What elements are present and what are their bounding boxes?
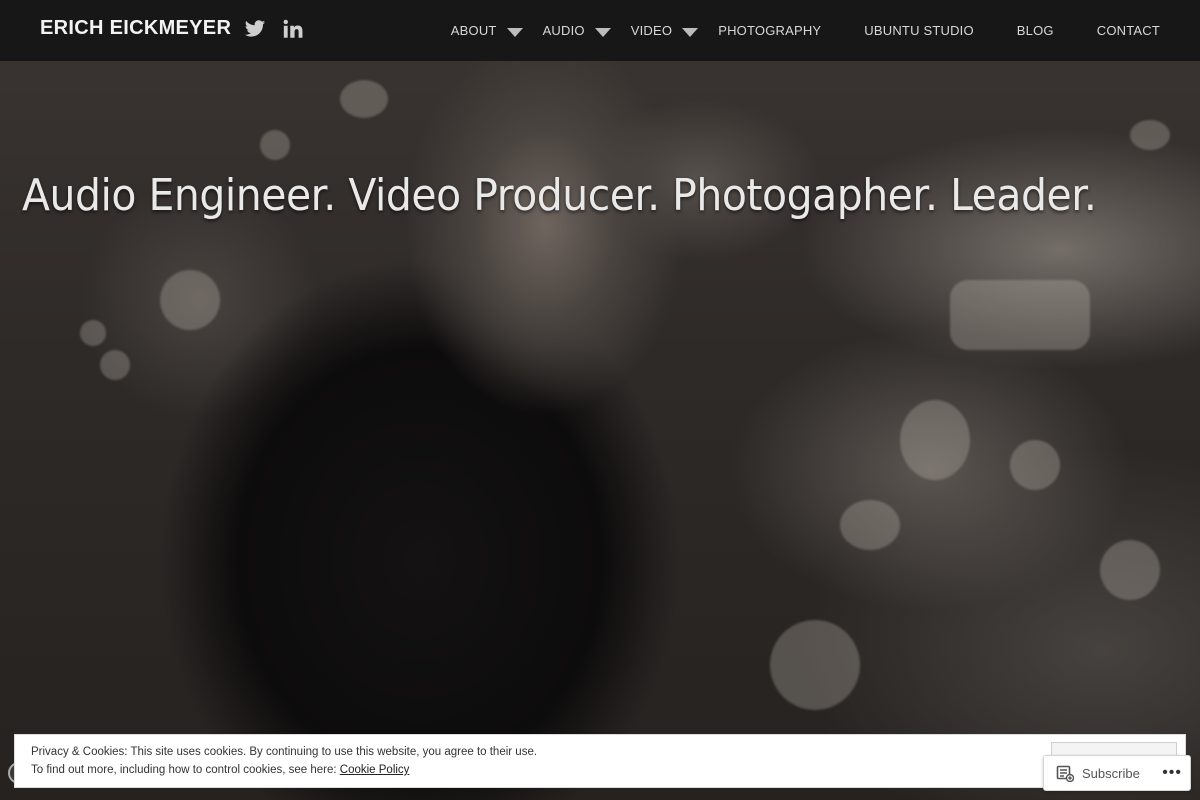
twitter-icon[interactable] [244, 18, 266, 42]
nav-label: CONTACT [1096, 23, 1160, 38]
bokeh-light [100, 350, 130, 380]
chevron-down-icon[interactable] [682, 26, 699, 37]
nav-item-photography[interactable]: PHOTOGRAPHY [718, 23, 821, 38]
nav-item-blog[interactable]: BLOG [1017, 23, 1054, 38]
chevron-down-icon[interactable] [506, 26, 523, 37]
more-options-icon[interactable]: ••• [1162, 764, 1182, 782]
cookie-line-1: Privacy & Cookies: This site uses cookie… [31, 746, 538, 758]
nav-item-about[interactable]: ABOUT [451, 23, 543, 38]
nav-label: VIDEO [630, 23, 673, 38]
bokeh-light [1130, 120, 1170, 150]
social-links [244, 18, 304, 42]
site-header: ERICH EICKMEYER ABOUT AUDIO VIDEO PHOTOG… [0, 0, 1200, 61]
bokeh-light [950, 280, 1090, 350]
nav-item-ubuntu-studio[interactable]: UBUNTU STUDIO [864, 23, 974, 38]
bokeh-light [340, 80, 388, 118]
reader-follow-icon [1056, 764, 1075, 783]
nav-label: AUDIO [542, 23, 585, 38]
nav-label: PHOTOGRAPHY [718, 23, 822, 38]
cookie-line-2-prefix: To find out more, including how to contr… [31, 764, 340, 776]
bokeh-light [160, 270, 220, 330]
bokeh-light [900, 400, 970, 480]
hero-tagline: Audio Engineer. Video Producer. Photogap… [22, 170, 1097, 221]
bokeh-light [770, 620, 860, 710]
cookie-policy-link[interactable]: Cookie Policy [340, 764, 410, 776]
nav-item-audio[interactable]: AUDIO [543, 23, 631, 38]
bokeh-light [260, 130, 290, 160]
nav-label: UBUNTU STUDIO [864, 23, 974, 38]
subscribe-label: Subscribe [1082, 765, 1140, 781]
chevron-down-icon[interactable] [594, 26, 611, 37]
site-title[interactable]: ERICH EICKMEYER [40, 17, 231, 40]
cookie-line-2: To find out more, including how to contr… [31, 761, 537, 779]
nav-item-contact[interactable]: CONTACT [1097, 23, 1160, 38]
cookie-text: Privacy & Cookies: This site uses cookie… [31, 743, 537, 779]
main-nav: ABOUT AUDIO VIDEO PHOTOGRAPHY UBUNTU STU… [451, 0, 1160, 61]
bokeh-light [840, 500, 900, 550]
bokeh-light [1100, 540, 1160, 600]
nav-label: BLOG [1016, 23, 1054, 38]
nav-item-video[interactable]: VIDEO [631, 23, 718, 38]
linkedin-icon[interactable] [282, 18, 304, 42]
bokeh-light [80, 320, 106, 346]
hero-background [0, 0, 1200, 800]
subscribe-button[interactable]: Subscribe ••• [1043, 755, 1191, 791]
bokeh-light [1010, 440, 1060, 490]
cookie-banner: Privacy & Cookies: This site uses cookie… [14, 734, 1186, 788]
nav-label: ABOUT [450, 23, 497, 38]
